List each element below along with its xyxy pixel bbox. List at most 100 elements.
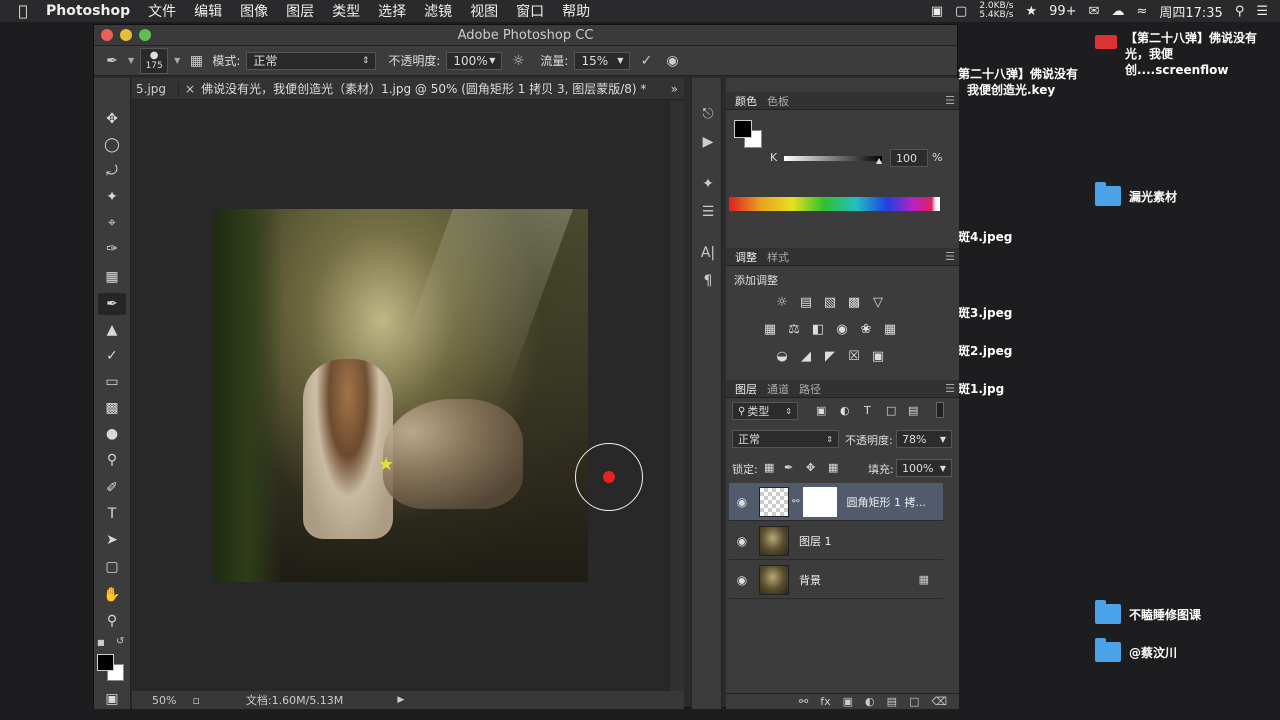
color-spectrum[interactable]	[729, 197, 940, 211]
selective-color-icon[interactable]: ☒	[846, 348, 862, 364]
menu-filter[interactable]: 滤镜	[424, 1, 452, 21]
tab-color[interactable]: 颜色	[732, 92, 760, 110]
filter-toggle-icon[interactable]	[936, 402, 944, 418]
layer-row[interactable]: ◉ 图层 1	[729, 522, 943, 560]
cloud-icon[interactable]: ☁	[1111, 4, 1124, 19]
clone-stamp-tool-icon[interactable]: ▲	[98, 319, 126, 341]
tab-prev-document[interactable]: 5.jpg	[132, 81, 180, 96]
share-icon[interactable]: ▫	[192, 694, 199, 707]
layer-opacity-input[interactable]: 78% ▼	[896, 430, 952, 448]
brush-presets-icon[interactable]: ✦	[697, 174, 719, 194]
curves-icon[interactable]: ▧	[822, 294, 838, 310]
menu-list-icon[interactable]: ☰	[1256, 4, 1268, 19]
lasso-tool-icon[interactable]: ⤾	[98, 160, 126, 182]
history-panel-icon[interactable]: ⎋	[697, 104, 719, 124]
layer-row[interactable]: ◉ ⚯ 圆角矩形 1 拷...	[729, 483, 943, 521]
filter-shape-icon[interactable]: □	[886, 404, 896, 417]
black-white-icon[interactable]: ◧	[810, 321, 826, 337]
desktop-file-1[interactable]: 斑1.jpg	[958, 380, 1004, 397]
notification-badge[interactable]: 99+	[1049, 4, 1076, 19]
trash-icon[interactable]: ⌫	[931, 695, 947, 708]
mode-select[interactable]: 正常 ⇕	[246, 51, 377, 70]
channel-mixer-icon[interactable]: ❀	[858, 321, 874, 337]
brush-panel-toggle-icon[interactable]: ▦	[186, 51, 206, 71]
desktop-folder-course[interactable]: 不瞌睡修图课	[1095, 600, 1201, 624]
desktop-file-4[interactable]: 斑4.jpeg	[958, 228, 1012, 245]
pressure-size-icon[interactable]: ◉	[662, 51, 682, 71]
layer-row[interactable]: ◉ 背景 ▦	[729, 561, 943, 599]
lock-icon[interactable]: ▦	[919, 573, 929, 586]
lock-transparency-icon[interactable]: ▦	[764, 461, 774, 474]
panel-menu-icon[interactable]: ☰	[945, 250, 959, 263]
fill-input[interactable]: 100% ▼	[896, 459, 952, 477]
new-group-icon[interactable]: ▤	[887, 695, 897, 708]
opacity-input[interactable]: 100% ▼	[446, 51, 503, 70]
invert-icon[interactable]: ◒	[774, 348, 790, 364]
lock-pixels-icon[interactable]: ✒	[784, 461, 793, 474]
exposure-icon[interactable]: ▩	[846, 294, 862, 310]
wifi-icon[interactable]: ≈	[1136, 4, 1147, 19]
menu-help[interactable]: 帮助	[562, 1, 590, 21]
color-lookup-icon[interactable]: ▦	[882, 321, 898, 337]
posterize-icon[interactable]: ◢	[798, 348, 814, 364]
brightness-icon[interactable]: ☼	[774, 294, 790, 310]
eye-icon[interactable]: ◉	[729, 495, 755, 509]
vertical-scrollbar[interactable]	[669, 101, 684, 691]
crop-tool-icon[interactable]: ⌖	[98, 212, 126, 234]
desktop-file-3[interactable]: 斑3.jpeg	[958, 304, 1012, 321]
history-brush-tool-icon[interactable]: ✓	[98, 345, 126, 367]
magic-wand-tool-icon[interactable]: ✦	[98, 186, 126, 208]
airbrush-icon[interactable]: ✓	[636, 51, 656, 71]
close-tab-icon[interactable]: ×	[179, 82, 201, 96]
path-selection-tool-icon[interactable]: ➤	[98, 529, 126, 551]
desktop-file-2[interactable]: 斑2.jpeg	[958, 342, 1012, 359]
color-balance-icon[interactable]: ⚖	[786, 321, 802, 337]
filter-pixel-icon[interactable]: ▣	[816, 404, 826, 417]
eye-icon[interactable]: ◉	[729, 573, 755, 587]
hue-saturation-icon[interactable]: ▦	[762, 321, 778, 337]
blend-mode-select[interactable]: 正常 ⇕	[732, 430, 839, 448]
lock-position-icon[interactable]: ✥	[806, 461, 815, 474]
desktop-file-screenflow[interactable]: 【第二十八弹】佛说没有光，我便创....screenflow	[1095, 30, 1275, 78]
tab-layers[interactable]: 图层	[732, 380, 760, 398]
link-icon[interactable]: ⚯	[792, 497, 800, 507]
character-panel-icon[interactable]: A|	[697, 243, 719, 263]
flow-input[interactable]: 15% ▼	[574, 51, 631, 70]
tab-adjustments[interactable]: 调整	[732, 248, 760, 266]
tab-active-document[interactable]: 佛说没有光，我便创造光（素材）1.jpg @ 50% (圆角矩形 1 拷贝 3,…	[201, 80, 646, 97]
new-adjustment-icon[interactable]: ◐	[865, 695, 875, 708]
desktop-file-key[interactable]: 第二十八弹】佛说没有 我便创造光.key	[958, 67, 1078, 97]
layer-filter-select[interactable]: ⚲ 类型 ⇕	[732, 402, 798, 420]
tab-overflow-icon[interactable]: »	[671, 82, 684, 96]
camera-icon[interactable]: ▢	[955, 4, 967, 19]
chevron-down-icon[interactable]: ▼	[174, 56, 180, 65]
fx-icon[interactable]: fx	[820, 695, 830, 708]
add-mask-icon[interactable]: ▣	[843, 695, 853, 708]
blur-tool-icon[interactable]: ●	[98, 423, 126, 445]
levels-icon[interactable]: ▤	[798, 294, 814, 310]
brush-preset-picker[interactable]: ● 175	[140, 47, 169, 74]
document-image[interactable]: ★	[213, 209, 588, 582]
filter-adjustment-icon[interactable]: ◐	[840, 404, 850, 417]
panel-menu-icon[interactable]: ☰	[945, 94, 959, 107]
menu-window[interactable]: 窗口	[516, 1, 544, 21]
gradient-map-icon[interactable]: ▣	[870, 348, 886, 364]
layer-mask-thumbnail[interactable]	[802, 486, 837, 517]
move-tool-icon[interactable]: ✥	[98, 108, 126, 130]
tab-swatches[interactable]: 色板	[764, 92, 792, 110]
brush-tool-icon[interactable]: ✒	[102, 51, 122, 71]
brush-tool-icon[interactable]: ✒	[98, 293, 126, 315]
foreground-color-swatch[interactable]	[97, 654, 114, 671]
slider-handle-icon[interactable]: ▲	[876, 156, 882, 165]
pen-tool-icon[interactable]: ✐	[98, 477, 126, 499]
zoom-tool-icon[interactable]: ⚲	[98, 610, 126, 632]
clock[interactable]: 周四17:35	[1159, 2, 1222, 21]
tab-channels[interactable]: 通道	[764, 380, 792, 398]
zoom-level[interactable]: 50%	[152, 694, 176, 707]
gradient-tool-icon[interactable]: ▩	[98, 397, 126, 419]
menu-view[interactable]: 视图	[470, 1, 498, 21]
menu-edit[interactable]: 编辑	[194, 1, 222, 21]
eraser-tool-icon[interactable]: ▭	[98, 371, 126, 393]
desktop-folder-author[interactable]: @蔡汶川	[1095, 638, 1177, 662]
type-tool-icon[interactable]: T	[98, 503, 126, 525]
